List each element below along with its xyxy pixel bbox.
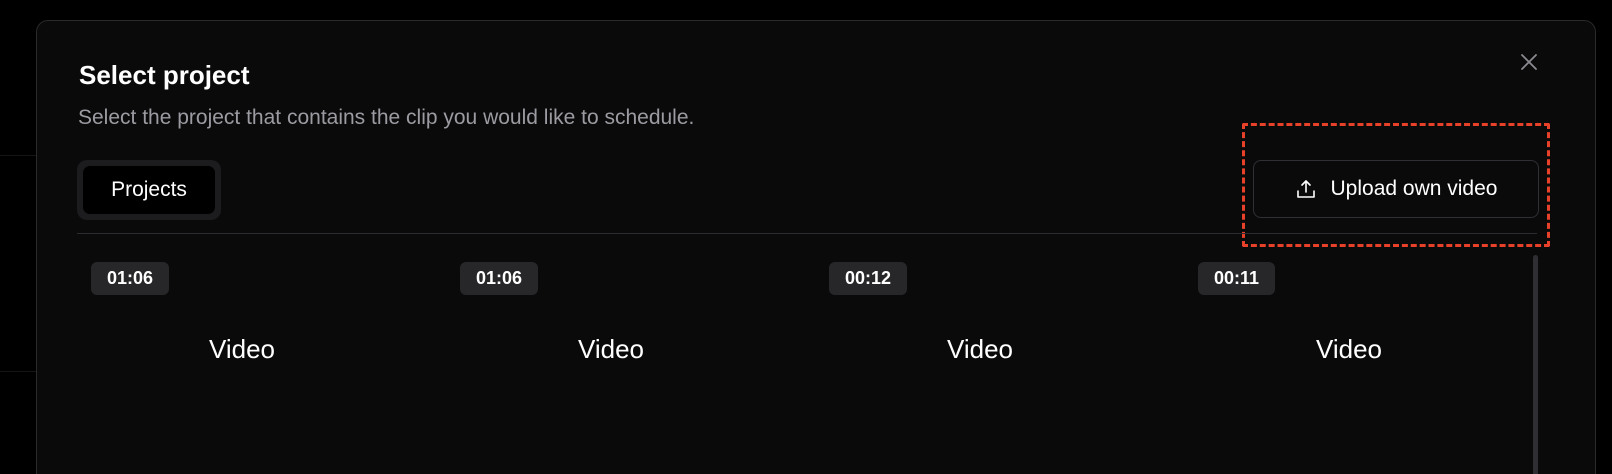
video-label: Video [577, 334, 645, 364]
close-icon [1521, 54, 1537, 70]
video-card[interactable]: 00:12 Video [815, 234, 1145, 474]
dialog-title: Select project [79, 60, 250, 90]
screen: Select project Select the project that c… [0, 0, 1612, 474]
select-project-dialog: Select project Select the project that c… [36, 20, 1596, 474]
tab-list: Projects [77, 160, 221, 220]
video-label: Video [1315, 334, 1383, 364]
duration-badge: 01:06 [460, 262, 539, 295]
duration-badge: 00:12 [829, 262, 908, 295]
duration-badge: 01:06 [91, 262, 170, 295]
video-grid: 01:06 Video 01:06 Video 00:12 Video 00:1… [77, 234, 1537, 474]
dialog-subtitle: Select the project that contains the cli… [78, 106, 695, 129]
video-card[interactable]: 01:06 Video [446, 234, 776, 474]
duration-badge: 00:11 [1198, 262, 1276, 295]
tab-projects[interactable]: Projects [83, 166, 215, 214]
scrollbar[interactable] [1533, 255, 1538, 474]
video-label: Video [208, 334, 276, 364]
upload-own-video-button[interactable]: Upload own video [1253, 160, 1539, 218]
background-divider [0, 155, 36, 156]
video-label: Video [946, 334, 1014, 364]
background-divider [0, 371, 36, 372]
video-card[interactable]: 00:11 Video [1184, 234, 1514, 474]
close-button[interactable] [1517, 50, 1541, 74]
video-card[interactable]: 01:06 Video [77, 234, 407, 474]
upload-icon [1295, 178, 1317, 200]
upload-button-label: Upload own video [1330, 177, 1498, 200]
